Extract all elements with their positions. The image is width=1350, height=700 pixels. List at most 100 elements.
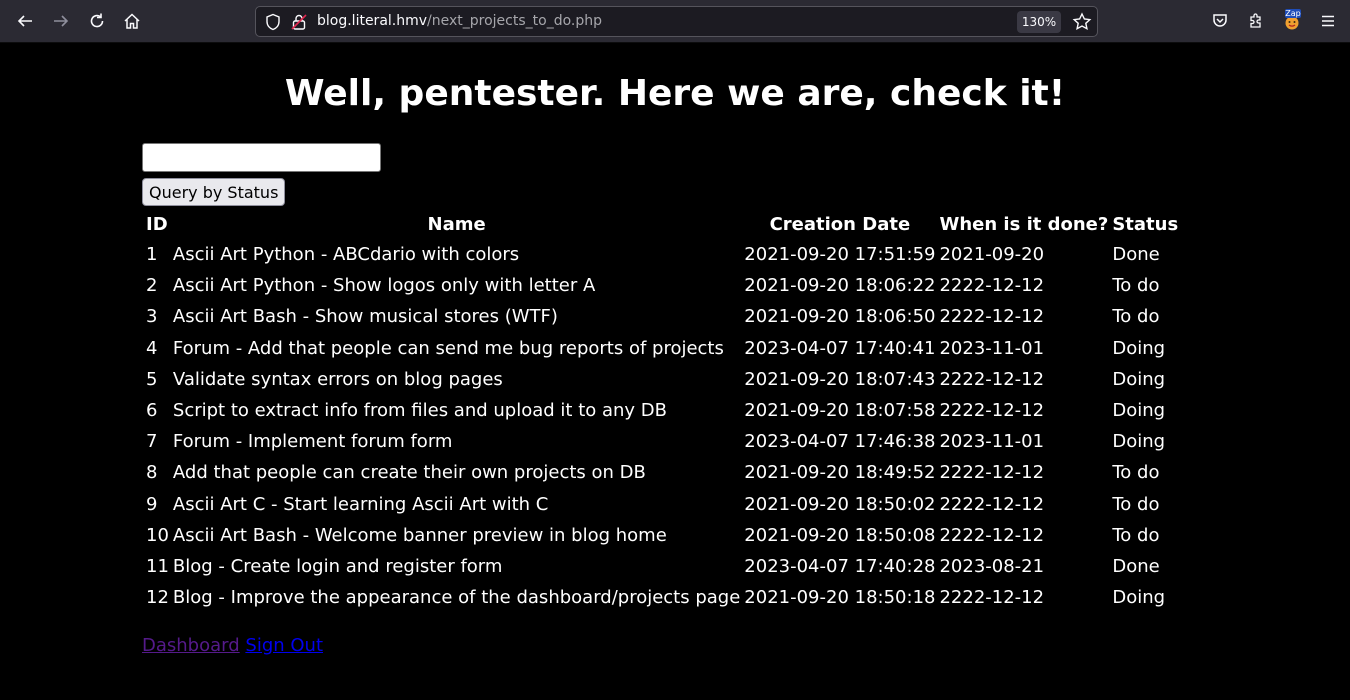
forward-icon[interactable]	[48, 8, 74, 34]
cell-id: 10	[146, 524, 169, 546]
cell-id: 11	[146, 555, 169, 577]
pocket-icon[interactable]	[1207, 8, 1233, 34]
footer-links: Dashboard Sign Out	[142, 635, 323, 656]
extensions-icon[interactable]	[1243, 8, 1269, 34]
cell-name: Script to extract info from files and up…	[172, 400, 668, 422]
cell-creation-date: 2021-09-20 18:49:52	[744, 462, 936, 484]
cell-id: 1	[146, 244, 158, 266]
table-row: 5 Validate syntax errors on blog pages 2…	[145, 364, 1179, 395]
header-when-done: When is it done?	[939, 214, 1109, 235]
table-row: 9 Ascii Art C - Start learning Ascii Art…	[145, 489, 1179, 520]
cell-creation-date: 2021-09-20 18:06:50	[744, 306, 936, 328]
home-icon[interactable]	[119, 8, 145, 34]
cell-creation-date: 2021-09-20 17:51:59	[744, 244, 936, 266]
url-path: /next_projects_to_do.php	[427, 13, 603, 29]
zap-badge: Zap	[1285, 9, 1301, 18]
cell-creation-date: 2021-09-20 18:06:22	[744, 275, 936, 297]
cell-when-done: 2222-12-12	[939, 275, 1045, 297]
cell-name: Forum - Add that people can send me bug …	[172, 337, 724, 359]
menu-icon[interactable]	[1315, 8, 1341, 34]
status-search-input[interactable]	[142, 143, 381, 172]
header-status: Status	[1112, 214, 1179, 235]
query-by-status-button[interactable]: Query by Status	[142, 178, 286, 206]
table-row: 11 Blog - Create login and register form…	[145, 551, 1179, 582]
cell-name: Ascii Art Python - Show logos only with …	[172, 275, 596, 297]
cell-when-done: 2222-12-12	[939, 400, 1045, 422]
dashboard-link[interactable]: Dashboard	[142, 635, 240, 656]
zoom-level[interactable]: 130%	[1017, 11, 1061, 33]
cell-id: 12	[146, 587, 169, 609]
cell-status: Doing	[1112, 337, 1166, 359]
sign-out-link[interactable]: Sign Out	[245, 635, 323, 656]
cell-id: 6	[146, 400, 158, 422]
cell-creation-date: 2021-09-20 18:07:58	[744, 400, 936, 422]
cell-when-done: 2023-08-21	[939, 555, 1045, 577]
table-row: 6 Script to extract info from files and …	[145, 395, 1179, 426]
cell-status: Done	[1112, 555, 1160, 577]
cell-name: Validate syntax errors on blog pages	[172, 368, 503, 390]
cell-id: 4	[146, 337, 158, 359]
cell-status: To do	[1112, 306, 1160, 328]
table-row: 2 Ascii Art Python - Show logos only wit…	[145, 270, 1179, 301]
cell-name: Add that people can create their own pro…	[172, 462, 646, 484]
table-row: 4 Forum - Add that people can send me bu…	[145, 333, 1179, 364]
back-icon[interactable]	[12, 8, 38, 34]
projects-table: ID Name Creation Date When is it done? S…	[143, 210, 1181, 613]
url-bar[interactable]: blog.literal.hmv/next_projects_to_do.php…	[255, 6, 1098, 37]
table-row: 3 Ascii Art Bash - Show musical stores (…	[145, 301, 1179, 332]
shield-icon[interactable]	[264, 13, 282, 31]
star-icon[interactable]	[1072, 12, 1092, 32]
table-row: 7 Forum - Implement forum form 2023-04-0…	[145, 426, 1179, 457]
cell-when-done: 2222-12-12	[939, 587, 1045, 609]
page-title: Well, pentester. Here we are, check it!	[284, 73, 1066, 114]
cell-status: To do	[1112, 462, 1160, 484]
url-host: blog.literal.hmv	[317, 13, 428, 29]
table-row: 10 Ascii Art Bash - Welcome banner previ…	[145, 520, 1179, 551]
cell-id: 9	[146, 493, 158, 515]
cell-name: Ascii Art Bash - Welcome banner preview …	[172, 524, 667, 546]
cell-status: To do	[1112, 493, 1160, 515]
cell-status: To do	[1112, 275, 1160, 297]
cell-status: Doing	[1112, 400, 1166, 422]
cell-name: Blog - Improve the appearance of the das…	[172, 587, 741, 609]
cell-name: Blog - Create login and register form	[172, 555, 503, 577]
cell-creation-date: 2021-09-20 18:50:02	[744, 493, 936, 515]
header-creation-date: Creation Date	[769, 214, 911, 235]
cell-name: Ascii Art Bash - Show musical stores (WT…	[172, 306, 558, 328]
cell-id: 3	[146, 306, 158, 328]
url-text[interactable]: blog.literal.hmv/next_projects_to_do.php	[317, 13, 602, 29]
cell-when-done: 2222-12-12	[939, 368, 1045, 390]
table-header-row: ID Name Creation Date When is it done? S…	[145, 210, 1179, 239]
table-row: 8 Add that people can create their own p…	[145, 457, 1179, 488]
cell-creation-date: 2021-09-20 18:50:18	[744, 587, 936, 609]
cell-when-done: 2023-11-01	[939, 431, 1045, 453]
browser-toolbar: blog.literal.hmv/next_projects_to_do.php…	[0, 0, 1350, 43]
cell-creation-date: 2021-09-20 18:07:43	[744, 368, 936, 390]
lock-icon[interactable]	[290, 13, 308, 31]
cell-status: Done	[1112, 244, 1160, 266]
header-id: ID	[146, 214, 168, 235]
cell-name: Forum - Implement forum form	[172, 431, 453, 453]
cell-when-done: 2222-12-12	[939, 462, 1045, 484]
cell-creation-date: 2023-04-07 17:46:38	[744, 431, 936, 453]
cell-name: Ascii Art Python - ABCdario with colors	[172, 244, 520, 266]
header-name: Name	[427, 214, 486, 235]
cell-when-done: 2222-12-12	[939, 493, 1045, 515]
reload-icon[interactable]	[84, 8, 110, 34]
cell-creation-date: 2023-04-07 17:40:28	[744, 555, 936, 577]
cell-creation-date: 2021-09-20 18:50:08	[744, 524, 936, 546]
table-row: 12 Blog - Improve the appearance of the …	[145, 582, 1179, 613]
cell-id: 8	[146, 462, 158, 484]
cell-status: To do	[1112, 524, 1160, 546]
cell-id: 2	[146, 275, 158, 297]
page-content: Well, pentester. Here we are, check it! …	[0, 43, 1350, 700]
cell-id: 7	[146, 431, 158, 453]
cell-status: Doing	[1112, 587, 1166, 609]
cell-when-done: 2023-11-01	[939, 337, 1045, 359]
cell-when-done: 2222-12-12	[939, 524, 1045, 546]
table-row: 1 Ascii Art Python - ABCdario with color…	[145, 239, 1179, 270]
cell-when-done: 2222-12-12	[939, 306, 1045, 328]
cell-name: Ascii Art C - Start learning Ascii Art w…	[172, 493, 549, 515]
cell-id: 5	[146, 368, 158, 390]
cell-creation-date: 2023-04-07 17:40:41	[744, 337, 936, 359]
